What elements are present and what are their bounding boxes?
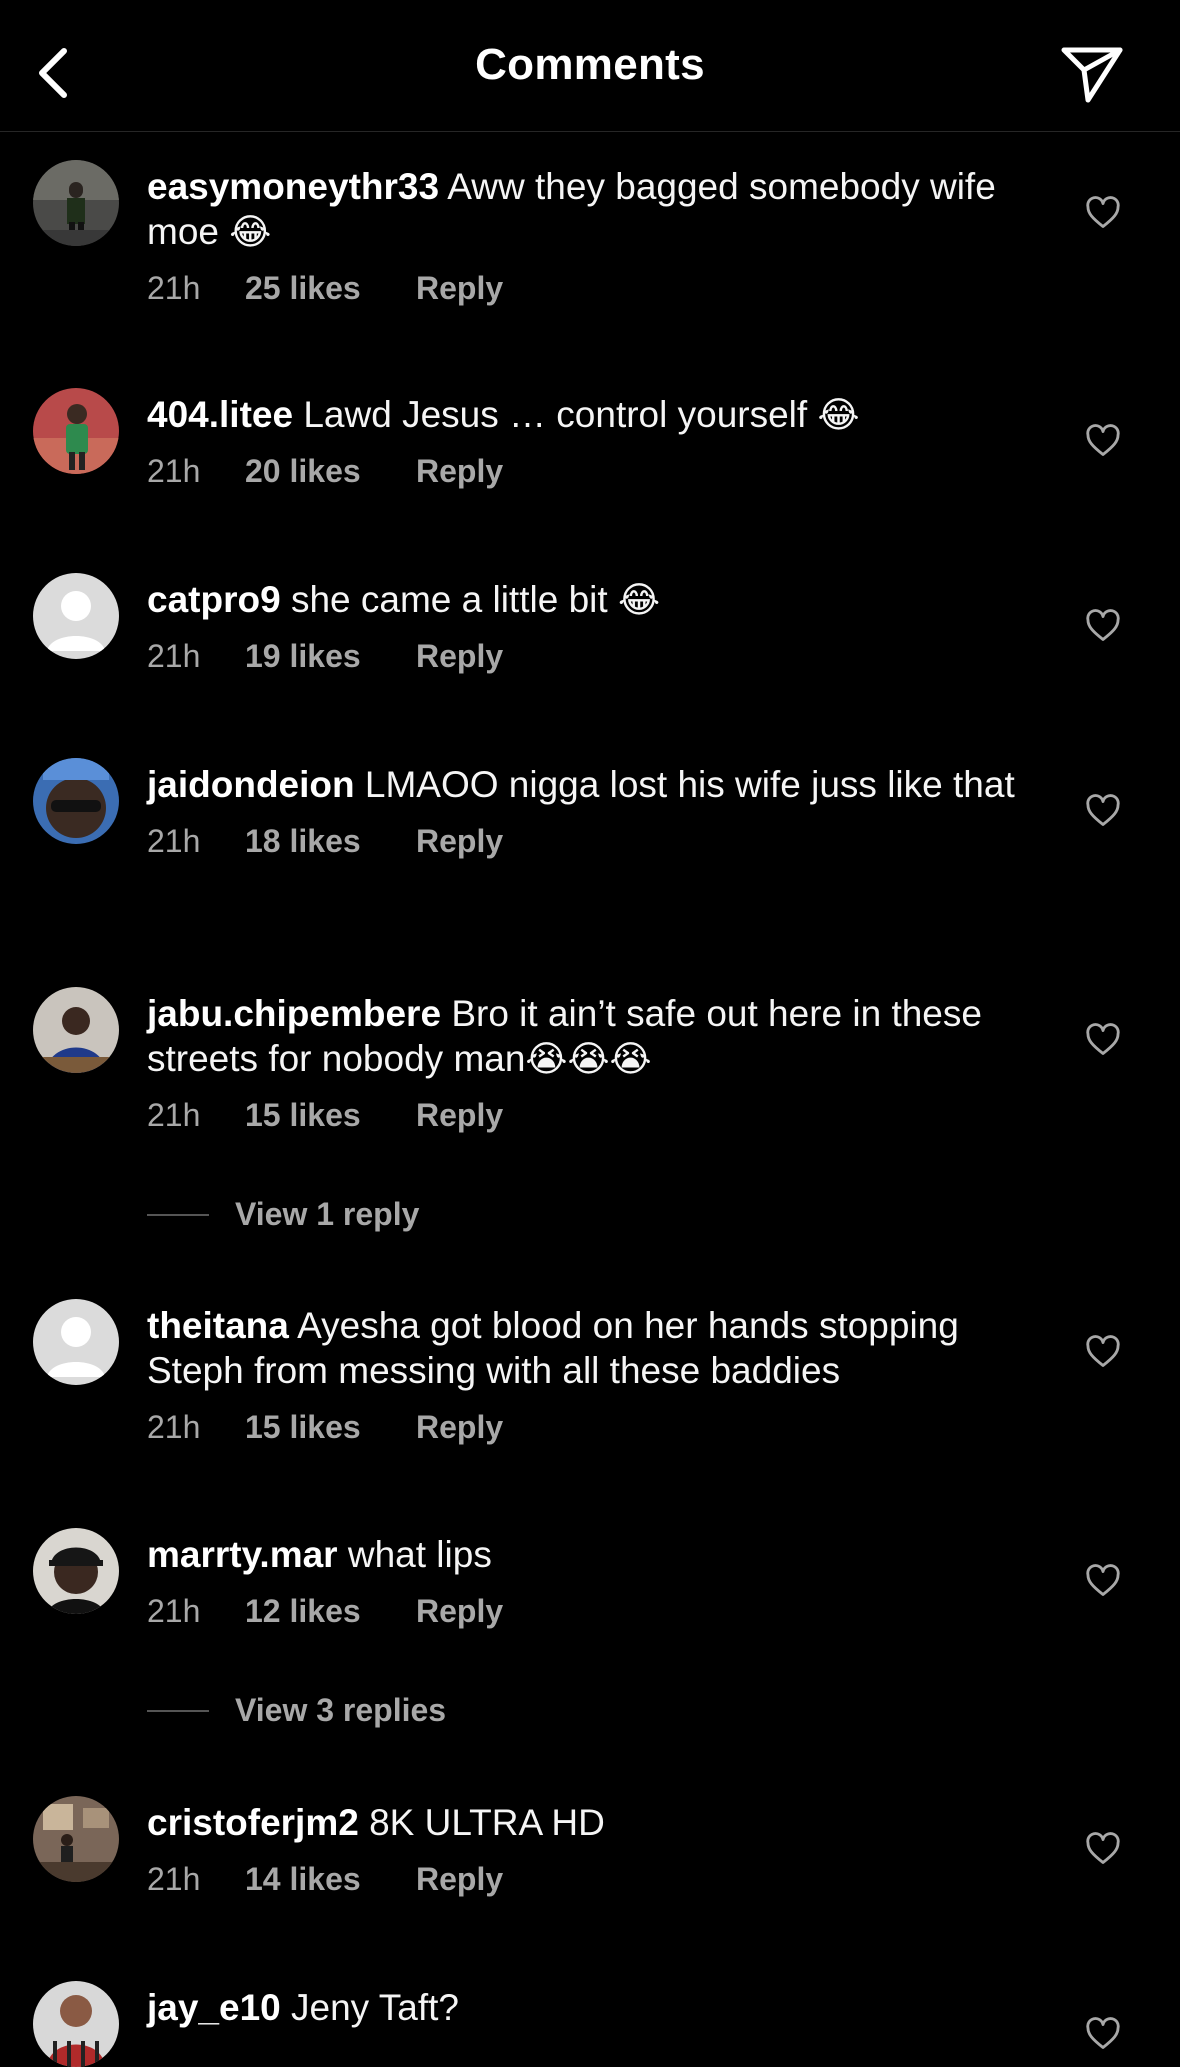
view-replies-line — [147, 1709, 209, 1712]
comment-username[interactable]: jaidondeion — [147, 764, 355, 805]
comment-text: jay_e10 Jeny Taft? — [147, 1985, 1047, 2030]
comment-text: 404.litee Lawd Jesus … control yourself … — [147, 392, 1047, 437]
comment-likes[interactable]: 15 likes — [245, 1409, 416, 1446]
reply-button[interactable]: Reply — [416, 1593, 503, 1630]
comment-text: theitana Ayesha got blood on her hands s… — [147, 1303, 1047, 1393]
comment-username[interactable]: catpro9 — [147, 579, 281, 620]
avatar[interactable] — [33, 1796, 119, 1882]
avatar[interactable] — [33, 758, 119, 844]
view-replies-button[interactable]: View 1 reply — [147, 1196, 419, 1233]
avatar[interactable] — [33, 1299, 119, 1385]
paper-plane-icon — [1061, 47, 1123, 103]
comment-likes[interactable]: 25 likes — [245, 270, 416, 307]
comment-username[interactable]: marrty.mar — [147, 1534, 338, 1575]
comments-header: Comments — [0, 0, 1180, 132]
comment-time: 21h — [147, 270, 201, 306]
reply-button[interactable]: Reply — [416, 823, 503, 860]
avatar[interactable] — [33, 1528, 119, 1614]
avatar[interactable] — [33, 987, 119, 1073]
reply-button[interactable]: Reply — [416, 1861, 503, 1898]
avatar[interactable] — [33, 573, 119, 659]
comment-emoji: 😂 — [617, 579, 661, 620]
view-replies-label: View 1 reply — [235, 1196, 420, 1232]
comment-likes[interactable]: 18 likes — [245, 823, 416, 860]
comment-body: what lips — [347, 1534, 492, 1575]
reply-button[interactable]: Reply — [416, 453, 503, 490]
reply-button[interactable]: Reply — [416, 1097, 503, 1134]
heart-icon[interactable] — [1084, 2015, 1122, 2053]
heart-icon[interactable] — [1084, 607, 1122, 645]
heart-icon[interactable] — [1084, 1562, 1122, 1600]
heart-icon[interactable] — [1084, 1021, 1122, 1059]
comment-username[interactable]: jay_e10 — [147, 1987, 281, 2028]
comment-meta: 21h 20 likes Reply — [147, 453, 1047, 490]
heart-icon[interactable] — [1084, 422, 1122, 460]
comment-time: 21h — [147, 823, 201, 859]
comment-time: 21h — [147, 1593, 201, 1629]
avatar[interactable] — [33, 388, 119, 474]
comment-meta: 21h 15 likes Reply — [147, 1409, 1047, 1446]
comment-time: 21h — [147, 1097, 201, 1133]
comment-body: 8K ULTRA HD — [369, 1802, 605, 1843]
comment-meta: 21h 25 likes Reply — [147, 270, 1047, 307]
comment-meta: 21h 12 likes Reply — [147, 1593, 1047, 1630]
comment-likes[interactable]: 14 likes — [245, 1861, 416, 1898]
comment-username[interactable]: easymoneythr33 — [147, 166, 439, 207]
comment-likes[interactable]: 12 likes — [245, 1593, 416, 1630]
comment-username[interactable]: theitana — [147, 1305, 289, 1346]
avatar[interactable] — [33, 1981, 119, 2067]
comment-username[interactable]: jabu.chipembere — [147, 993, 441, 1034]
comment-likes[interactable]: 20 likes — [245, 453, 416, 490]
comment-time: 21h — [147, 638, 201, 674]
comment-emoji: 😂 — [817, 394, 860, 435]
reply-button[interactable]: Reply — [416, 638, 503, 675]
comment-text: jaidondeion LMAOO nigga lost his wife ju… — [147, 762, 1047, 807]
comment-text: marrty.mar what lips — [147, 1532, 1047, 1577]
heart-icon[interactable] — [1084, 194, 1122, 232]
comment-text: cristoferjm2 8K ULTRA HD — [147, 1800, 1047, 1845]
comment-time: 21h — [147, 453, 201, 489]
comment-likes[interactable]: 19 likes — [245, 638, 416, 675]
view-replies-line — [147, 1213, 209, 1216]
page-title: Comments — [475, 40, 705, 89]
comment-body: Jeny Taft? — [291, 1987, 460, 2028]
comment-emoji: 😂 — [229, 211, 272, 252]
reply-button[interactable]: Reply — [416, 270, 503, 307]
avatar[interactable] — [33, 160, 119, 246]
heart-icon[interactable] — [1084, 792, 1122, 830]
comment-body: she came a little bit — [290, 579, 608, 620]
heart-icon[interactable] — [1084, 1830, 1122, 1868]
comment-emoji: 😭😭😭 — [525, 1038, 652, 1079]
view-replies-button[interactable]: View 3 replies — [147, 1692, 446, 1729]
share-button[interactable] — [1056, 38, 1128, 110]
comment-body: Lawd Jesus … control yourself — [303, 394, 808, 435]
comment-text: easymoneythr33 Aww they bagged somebody … — [147, 164, 1047, 254]
comment-meta: 21h 18 likes Reply — [147, 823, 1047, 860]
view-replies-label: View 3 replies — [235, 1692, 447, 1728]
comment-time: 21h — [147, 1861, 201, 1897]
heart-icon[interactable] — [1084, 1333, 1122, 1371]
comment-username[interactable]: cristoferjm2 — [147, 1802, 359, 1843]
comment-meta: 21h 15 likes Reply — [147, 1097, 1047, 1134]
comment-time: 21h — [147, 1409, 201, 1445]
comment-meta: 21h 19 likes Reply — [147, 638, 1047, 675]
comment-body: LMAOO nigga lost his wife juss like that — [364, 764, 1015, 805]
comment-text: jabu.chipembere Bro it ain’t safe out he… — [147, 991, 1047, 1081]
reply-button[interactable]: Reply — [416, 1409, 503, 1446]
comment-likes[interactable]: 15 likes — [245, 1097, 416, 1134]
comment-text: catpro9 she came a little bit 😂 — [147, 577, 1047, 622]
comment-meta: 21h 14 likes Reply — [147, 1861, 1047, 1898]
comment-username[interactable]: 404.litee — [147, 394, 293, 435]
